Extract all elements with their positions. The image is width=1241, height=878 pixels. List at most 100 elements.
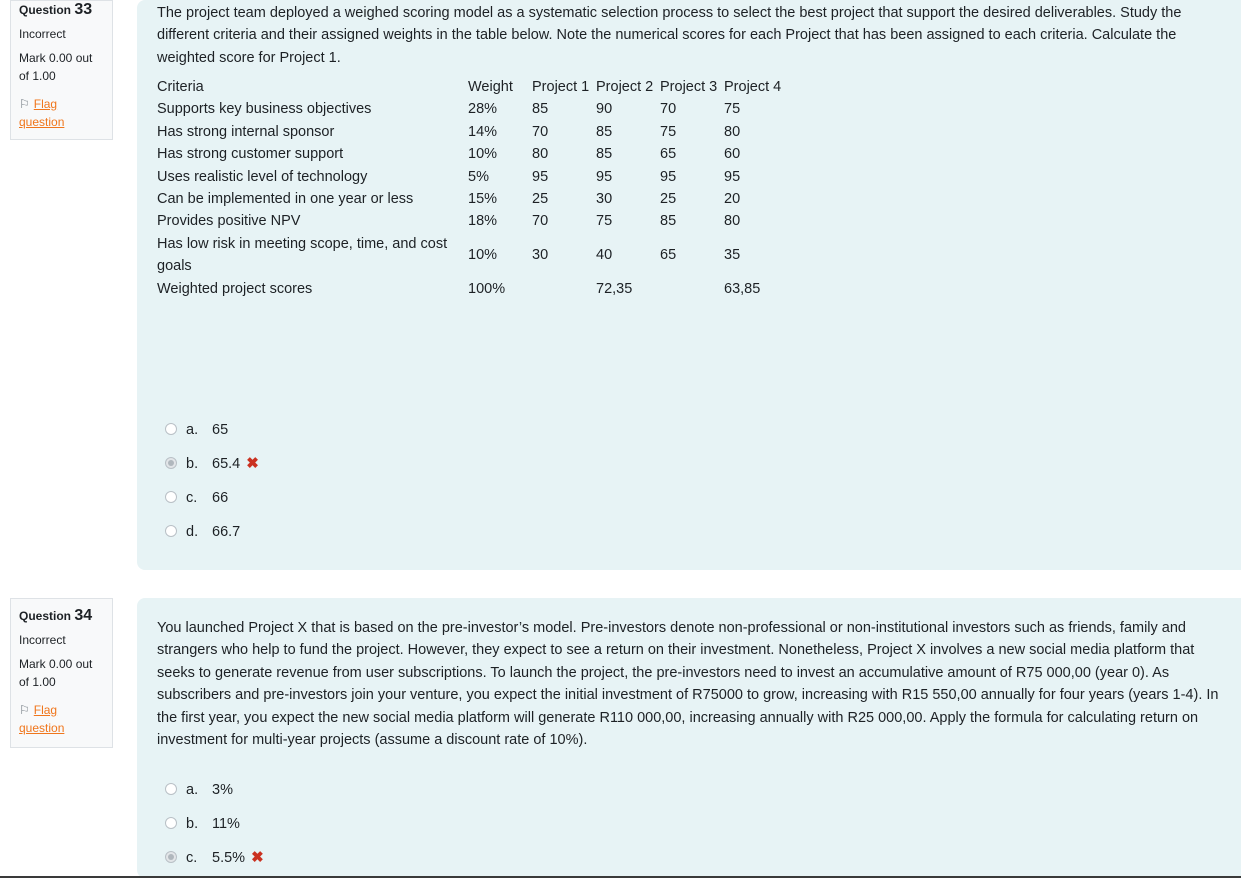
value-cell (532, 278, 596, 300)
radio-button[interactable] (165, 817, 177, 830)
flag-question-link[interactable]: ⚐ Flag question (19, 701, 104, 737)
table-row: Has low risk in meeting scope, time, and… (157, 233, 788, 278)
answer-letter: c. (186, 850, 198, 866)
criteria-cell: Criteria (157, 79, 204, 95)
value-cell: 25 (660, 191, 677, 208)
value-cell: 90 (596, 101, 613, 118)
value-cell: 28% (468, 101, 498, 118)
value-cell: 80 (724, 123, 741, 140)
answer-option-c[interactable]: c. 5.5% ✖ (165, 848, 264, 868)
answer-letter: b. (186, 456, 199, 472)
criteria-cell: Supports key business objectives (157, 101, 372, 118)
answer-text: 66 (212, 490, 229, 506)
value-cell: 95 (596, 168, 613, 185)
value-cell: 75 (660, 123, 677, 140)
value-cell: 20 (724, 191, 741, 208)
value-cell: 70 (532, 213, 549, 230)
value-cell: 80 (724, 213, 741, 230)
cross-icon: ✖ (251, 849, 264, 866)
question-34-content: You launched Project X that is based on … (137, 598, 1241, 878)
value-cell: 95 (660, 168, 677, 185)
value-cell: Weight (468, 79, 513, 95)
table-row: Can be implemented in one year or less 15… (157, 188, 788, 210)
value-cell: 75 (724, 101, 741, 118)
cross-icon: ✖ (246, 455, 259, 472)
answer-option-a[interactable]: a. 65 (165, 420, 228, 440)
value-cell: 10% (468, 146, 498, 163)
question-label: Question (19, 3, 72, 17)
answer-text: 3% (212, 782, 233, 798)
flag-icon: ⚐ (19, 97, 30, 111)
value-cell: 65 (660, 146, 677, 163)
table-header-row: Criteria Weight Project 1 Project 2 Project … (157, 76, 788, 98)
value-cell: 25 (532, 191, 549, 208)
criteria-cell: Has strong internal sponsor (157, 123, 335, 140)
value-cell: 40 (596, 247, 613, 264)
value-cell: 15% (468, 191, 498, 208)
value-cell: 95 (532, 168, 549, 185)
answer-letter: a. (186, 422, 199, 438)
question-state: Incorrect (19, 633, 66, 647)
criteria-cell: Has low risk in meeting scope, time, and… (157, 235, 448, 275)
flag-question-link[interactable]: ⚐ Flag question (19, 95, 104, 131)
table-row: Has strong internal sponsor 14% 70 85 75 80 (157, 121, 788, 143)
value-cell: 65 (660, 247, 677, 264)
value-cell (660, 278, 724, 300)
question-number: 33 (74, 1, 93, 18)
criteria-cell: Has strong customer support (157, 146, 344, 163)
question-33-info: Question 33 Incorrect Mark 0.00 out of 1… (10, 0, 113, 140)
question-34-number: Question 34 (19, 607, 104, 625)
question-state: Incorrect (19, 27, 66, 41)
answer-option-b[interactable]: b. 11% (165, 814, 240, 834)
value-cell: 85 (596, 123, 613, 140)
question-number: 34 (74, 607, 93, 624)
value-cell: 75 (596, 213, 613, 230)
flag-icon: ⚐ (19, 703, 30, 717)
value-cell: 100% (468, 280, 506, 297)
value-cell: 95 (724, 168, 741, 185)
answer-letter: c. (186, 490, 198, 506)
radio-button[interactable] (165, 491, 177, 504)
table-row: Supports key business objectives 28% 85 90 7… (157, 98, 788, 120)
value-cell: 85 (532, 101, 549, 118)
table-row: Has strong customer support 10% 80 85 65 60 (157, 143, 788, 165)
value-cell: 72,35 (596, 280, 633, 297)
value-cell: 18% (468, 213, 498, 230)
radio-button[interactable] (165, 525, 177, 538)
radio-button[interactable] (165, 423, 177, 436)
value-cell: 70 (532, 123, 549, 140)
answer-option-b[interactable]: b. 65.4 ✖ (165, 454, 259, 474)
value-cell: 30 (532, 247, 549, 264)
value-cell: 35 (724, 247, 741, 264)
value-cell: Project 2 (596, 79, 654, 95)
question-text: The project team deployed a weighed scor… (157, 5, 1182, 66)
table-row: Uses realistic level of technology 5% 95 95… (157, 166, 788, 188)
criteria-cell: Uses realistic level of technology (157, 168, 368, 185)
value-cell: 5% (468, 168, 489, 185)
value-cell: 85 (660, 213, 677, 230)
value-cell: Project 1 (532, 79, 590, 95)
answer-text: 65.4 (212, 456, 241, 472)
answer-letter: b. (186, 816, 199, 832)
radio-button-selected[interactable] (165, 851, 177, 864)
value-cell: 14% (468, 123, 498, 140)
value-cell: 80 (532, 146, 549, 163)
answer-option-a[interactable]: a. 3% (165, 780, 233, 800)
answer-option-d[interactable]: d. 66.7 (165, 522, 240, 542)
answer-letter: a. (186, 782, 199, 798)
criteria-cell: Provides positive NPV (157, 213, 301, 230)
value-cell: 85 (596, 146, 613, 163)
question-label: Question (19, 609, 72, 623)
answer-text: 11% (212, 816, 240, 832)
question-34-info: Question 34 Incorrect Mark 0.00 out of 1… (10, 598, 113, 748)
answer-option-c[interactable]: c. 66 (165, 488, 228, 508)
radio-button-selected[interactable] (165, 457, 177, 470)
criteria-cell: Weighted project scores (157, 280, 313, 297)
value-cell: 30 (596, 191, 613, 208)
radio-button[interactable] (165, 783, 177, 796)
answer-text: 66.7 (212, 524, 241, 540)
answer-letter: d. (186, 524, 199, 540)
value-cell: Project 4 (724, 79, 782, 95)
question-grade: Mark 0.00 out of 1.00 (19, 657, 93, 689)
answer-text: 5.5% (212, 850, 246, 866)
